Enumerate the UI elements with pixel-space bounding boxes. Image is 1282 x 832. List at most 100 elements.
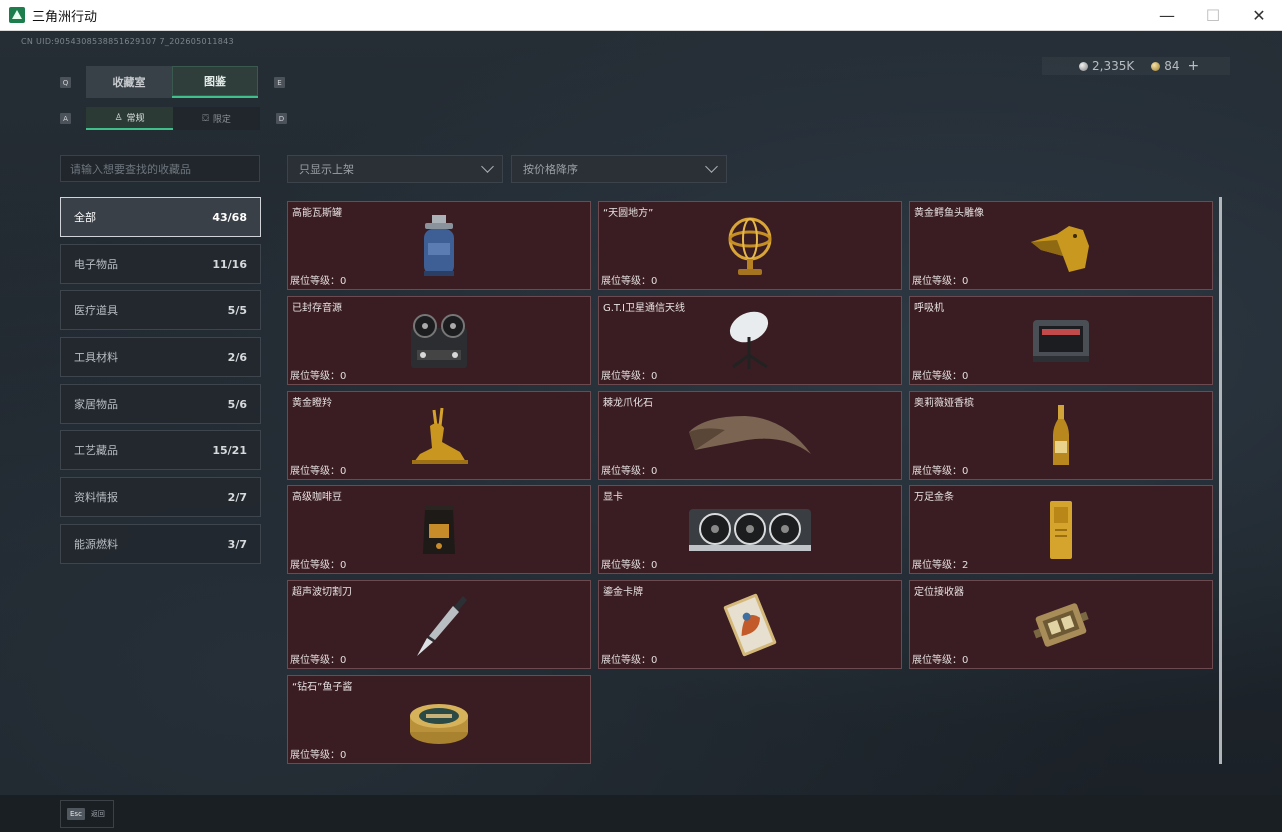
category-electronics[interactable]: 电子物品 11/16: [60, 244, 261, 284]
minimize-button[interactable]: —: [1144, 0, 1190, 31]
back-label: 返回: [90, 810, 105, 818]
item-name: 超声波切割刀: [292, 587, 352, 598]
category-fuel[interactable]: 能源燃料 3/7: [60, 524, 261, 564]
item-level: 展位等级：0: [912, 367, 968, 382]
sort-dropdown[interactable]: 按价格降序: [511, 155, 727, 183]
item-name: 显卡: [603, 492, 623, 503]
key-hint-e: E: [274, 77, 285, 88]
item-card[interactable]: 显卡展位等级：0: [598, 485, 902, 574]
item-level-label: 展位等级：: [912, 560, 962, 571]
item-card[interactable]: 黄金瞪羚 展位等级：0: [287, 391, 591, 480]
item-name: 鎏金卡牌: [603, 587, 643, 598]
category-label: 家居物品: [74, 398, 118, 411]
bottom-bar: Esc 返回: [0, 795, 1282, 832]
category-all[interactable]: 全部 43/68: [60, 197, 261, 237]
item-level: 展位等级：0: [912, 462, 968, 477]
item-card[interactable]: G.T.I卫星通信天线 展位等级：0: [598, 296, 902, 385]
item-level: 展位等级：0: [290, 272, 346, 287]
chevron-down-icon: [705, 160, 718, 173]
category-intel[interactable]: 资料情报 2/7: [60, 477, 261, 517]
category-crafts[interactable]: 工艺藏品 15/21: [60, 430, 261, 470]
item-level-value: 0: [962, 371, 969, 382]
item-name: 棘龙爪化石: [603, 398, 653, 409]
item-level: 展位等级：0: [601, 272, 657, 287]
category-label: 全部: [74, 211, 96, 224]
scrollbar[interactable]: [1219, 197, 1222, 764]
item-level-value: 0: [651, 560, 658, 571]
item-level-label: 展位等级：: [290, 276, 340, 287]
item-level-label: 展位等级：: [912, 276, 962, 287]
category-label: 资料情报: [74, 491, 118, 504]
item-level: 展位等级：2: [912, 556, 968, 571]
item-card[interactable]: 已封存音源 展位等级：0: [287, 296, 591, 385]
item-level: 展位等级：0: [912, 272, 968, 287]
maximize-button[interactable]: ☐: [1190, 0, 1236, 31]
tab-collection-room[interactable]: 收藏室: [86, 66, 172, 98]
category-label: 电子物品: [74, 258, 118, 271]
category-household[interactable]: 家居物品 5/6: [60, 384, 261, 424]
item-level-label: 展位等级：: [912, 466, 962, 477]
item-level: 展位等级：0: [290, 746, 346, 761]
gold-amount: 84: [1164, 59, 1180, 73]
item-level-label: 展位等级：: [601, 655, 651, 666]
limited-icon: ⛋: [202, 113, 209, 124]
category-count: 3/7: [227, 537, 247, 551]
user-uid: CN UID:9054308538851629107 7_20260501184…: [21, 37, 234, 46]
item-level-value: 0: [962, 466, 969, 477]
window-controls: — ☐ ✕: [1144, 0, 1282, 31]
item-name: “天圆地方”: [603, 208, 654, 219]
item-level-label: 展位等级：: [601, 276, 651, 287]
item-card[interactable]: 奥莉薇娅香槟 展位等级：0: [909, 391, 1213, 480]
item-card[interactable]: 鎏金卡牌 展位等级：0: [598, 580, 902, 669]
back-button[interactable]: Esc 返回: [60, 800, 114, 828]
item-name: 黄金瞪羚: [292, 398, 332, 409]
category-count: 5/5: [227, 303, 247, 317]
category-label: 医疗道具: [74, 304, 118, 317]
item-level: 展位等级：0: [601, 556, 657, 571]
app-logo-icon: [9, 7, 25, 23]
key-hint-d: D: [276, 113, 287, 124]
add-currency-button[interactable]: +: [1188, 58, 1200, 74]
item-name: 呼吸机: [914, 303, 944, 314]
search-input[interactable]: 请输入想要查找的收藏品: [60, 155, 260, 182]
item-name: 奥莉薇娅香槟: [914, 398, 974, 409]
shelf-filter-dropdown[interactable]: 只显示上架: [287, 155, 503, 183]
item-level: 展位等级：0: [290, 651, 346, 666]
item-level-value: 0: [651, 371, 658, 382]
item-card[interactable]: “钻石”鱼子酱展位等级：0: [287, 675, 591, 764]
tab-limited-label: 限定: [212, 115, 231, 125]
item-card[interactable]: 棘龙爪化石 展位等级：0: [598, 391, 902, 480]
chevron-down-icon: [481, 160, 494, 173]
item-card[interactable]: 高级咖啡豆 展位等级：0: [287, 485, 591, 574]
tab-regular[interactable]: ♙ 常规: [86, 107, 173, 130]
item-card[interactable]: 黄金鳄鱼头雕像 展位等级：0: [909, 201, 1213, 290]
window-titlebar: 三角洲行动 — ☐ ✕: [0, 0, 1282, 31]
item-card[interactable]: 高能瓦斯罐 展位等级：0: [287, 201, 591, 290]
category-tools[interactable]: 工具材料 2/6: [60, 337, 261, 377]
close-button[interactable]: ✕: [1236, 0, 1282, 31]
sort-value: 按价格降序: [523, 163, 578, 176]
item-level: 展位等级：0: [290, 556, 346, 571]
item-card[interactable]: 超声波切割刀展位等级：0: [287, 580, 591, 669]
tab-catalog[interactable]: 图鉴: [172, 66, 258, 98]
item-name: 万足金条: [914, 492, 954, 503]
main-tabs: 收藏室 图鉴: [86, 66, 258, 98]
category-count: 11/16: [212, 257, 247, 271]
item-level-value: 0: [962, 276, 969, 287]
key-hint-q: Q: [60, 77, 71, 88]
category-count: 2/7: [227, 490, 247, 504]
item-name: 已封存音源: [292, 303, 342, 314]
item-level-value: 0: [340, 371, 347, 382]
category-medical[interactable]: 医疗道具 5/5: [60, 290, 261, 330]
item-card[interactable]: 定位接收器 展位等级：0: [909, 580, 1213, 669]
window-title: 三角洲行动: [32, 9, 98, 25]
item-card[interactable]: “天圆地方” 展位等级：0: [598, 201, 902, 290]
item-card[interactable]: 呼吸机展位等级：0: [909, 296, 1213, 385]
esc-key-hint: Esc: [67, 808, 85, 820]
tab-limited[interactable]: ⛋ 限定: [173, 107, 260, 130]
item-name: “钻石”鱼子酱: [292, 682, 353, 693]
item-card[interactable]: 万足金条展位等级：2: [909, 485, 1213, 574]
category-count: 43/68: [212, 210, 247, 224]
item-name: 定位接收器: [914, 587, 964, 598]
item-level-value: 0: [340, 655, 347, 666]
